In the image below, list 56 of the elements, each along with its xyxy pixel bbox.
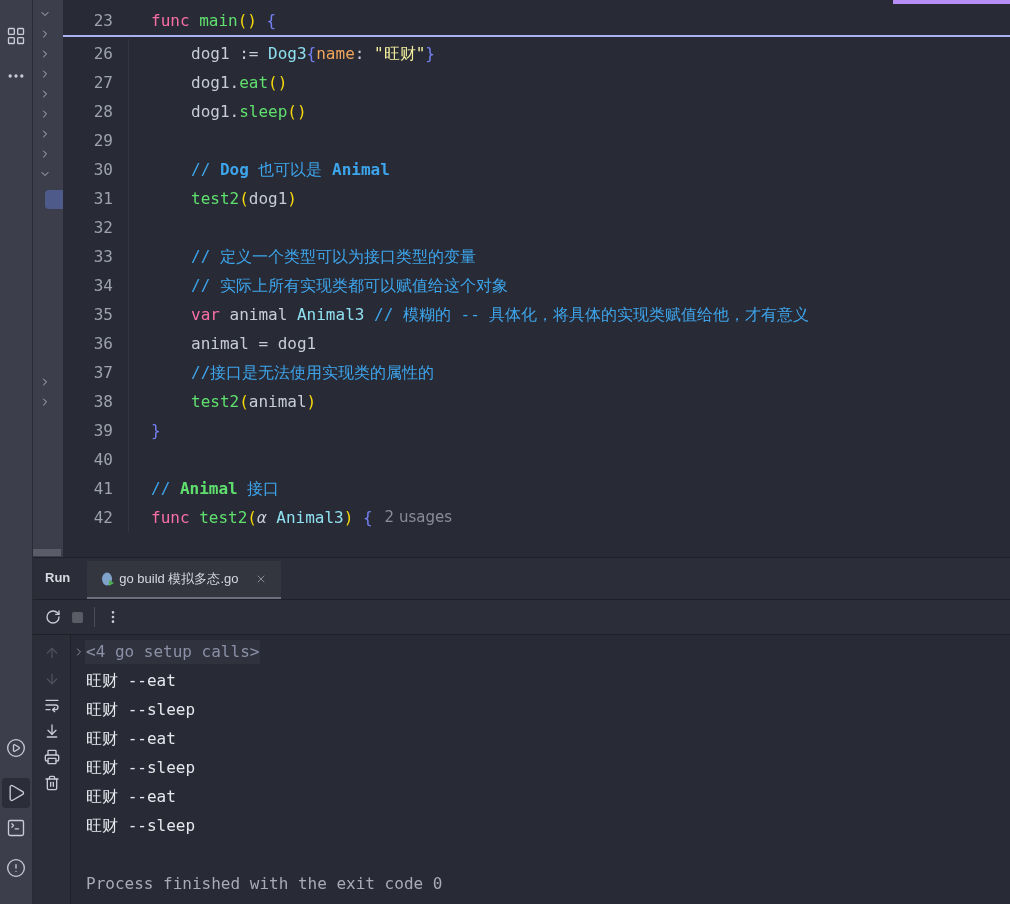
code-line: dog1 := Dog3{name: "旺财"} bbox=[191, 42, 435, 65]
code-line: dog1.eat() bbox=[191, 71, 288, 94]
run-tab[interactable]: go build 模拟多态.go bbox=[87, 561, 281, 599]
scrollbar-thumb[interactable] bbox=[33, 549, 61, 556]
line-number: 40 bbox=[92, 448, 113, 471]
soft-wrap-icon[interactable] bbox=[43, 697, 60, 713]
services-icon[interactable] bbox=[6, 738, 26, 758]
code-line: func main() { bbox=[151, 9, 277, 32]
console-output: 旺财 --eat bbox=[86, 785, 176, 808]
line-number: 27 bbox=[92, 71, 113, 94]
code-line: test2(animal) bbox=[191, 390, 317, 413]
run-tool-button[interactable] bbox=[2, 778, 30, 808]
code-line: // 实际上所有实现类都可以赋值给这个对象 bbox=[191, 274, 508, 297]
code-line: // Animal 接口 bbox=[151, 477, 280, 500]
line-number: 31 bbox=[92, 187, 113, 210]
line-number: 26 bbox=[92, 42, 113, 65]
tab-label: go build 模拟多态.go bbox=[119, 570, 239, 589]
code-line: var animal Animal3 // 模糊的 -- 具体化，将具体的实现类赋值给他，才有意义 bbox=[191, 303, 810, 326]
code-line: //接口是无法使用实现类的属性的 bbox=[191, 361, 435, 384]
code-line: // 定义一个类型可以为接口类型的变量 bbox=[191, 245, 476, 268]
code-line: func test2(α Animal3) { bbox=[151, 506, 373, 529]
print-icon[interactable] bbox=[43, 749, 60, 765]
line-number: 37 bbox=[92, 361, 113, 384]
problems-icon[interactable] bbox=[6, 858, 26, 878]
rerun-icon[interactable] bbox=[45, 609, 61, 625]
line-number: 23 bbox=[92, 9, 113, 32]
line-number: 29 bbox=[92, 129, 113, 152]
console-output: 旺财 --sleep bbox=[86, 756, 196, 779]
line-number: 41 bbox=[92, 477, 113, 500]
exit-message: Process finished with the exit code 0 bbox=[86, 872, 443, 895]
folded-calls[interactable]: <4 go setup calls> bbox=[85, 639, 261, 664]
console-output: 旺财 --eat bbox=[86, 669, 176, 692]
line-number: 38 bbox=[92, 390, 113, 413]
line-number: 35 bbox=[92, 303, 113, 326]
line-number: 36 bbox=[92, 332, 113, 355]
line-number: 39 bbox=[92, 419, 113, 442]
code-line: test2(dog1) bbox=[191, 187, 297, 210]
code-line: dog1.sleep() bbox=[191, 100, 307, 123]
console-output: 旺财 --sleep bbox=[86, 698, 196, 721]
code-line: } bbox=[151, 419, 161, 442]
line-number: 34 bbox=[92, 274, 113, 297]
line-number: 30 bbox=[92, 158, 113, 181]
line-number: 42 bbox=[92, 506, 113, 529]
code-line: // Dog 也可以是 Animal bbox=[191, 158, 390, 181]
trash-icon[interactable] bbox=[43, 775, 60, 791]
console-output: 旺财 --sleep bbox=[86, 814, 196, 837]
line-number: 32 bbox=[92, 216, 113, 239]
code-line: animal = dog1 bbox=[191, 332, 317, 355]
structure-icon[interactable] bbox=[6, 26, 26, 46]
terminal-icon[interactable] bbox=[6, 818, 26, 838]
line-number: 28 bbox=[92, 100, 113, 123]
line-number: 33 bbox=[92, 245, 113, 268]
console-output: 旺财 --eat bbox=[86, 727, 176, 750]
panel-title: Run bbox=[45, 568, 71, 587]
usage-hint[interactable]: 2 usages bbox=[384, 506, 452, 529]
stop-icon[interactable] bbox=[71, 610, 84, 624]
